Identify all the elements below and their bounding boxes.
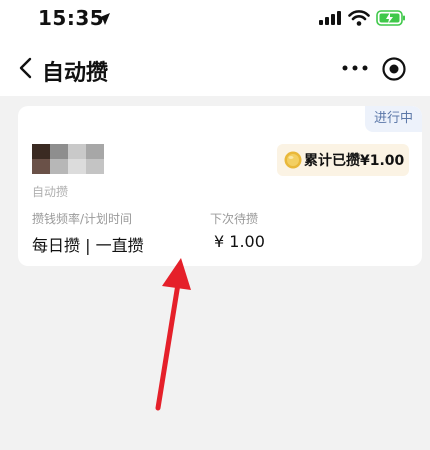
next-save-value: ¥ 1.00 bbox=[214, 232, 265, 251]
signal-bars-icon bbox=[319, 11, 341, 25]
plan-name: 自动攒 bbox=[32, 185, 69, 199]
blurred-avatar bbox=[32, 144, 118, 174]
target-icon[interactable] bbox=[381, 56, 407, 82]
page-title: 自动攒 bbox=[42, 61, 109, 86]
frequency-value: 每日攒 | 一直攒 bbox=[32, 236, 144, 255]
savings-plan-card[interactable]: 进行中 自动攒 累计已攒¥1.00 攒钱频率/计划时间 每日攒 | 一直攒 下次… bbox=[18, 106, 422, 266]
coin-icon bbox=[284, 151, 302, 169]
back-chevron-icon[interactable] bbox=[16, 56, 36, 80]
frequency-label: 攒钱频率/计划时间 bbox=[32, 212, 133, 226]
total-saved-text: 累计已攒¥1.00 bbox=[304, 153, 405, 169]
total-saved-pill: 累计已攒¥1.00 bbox=[277, 144, 409, 176]
status-time: 15:35 bbox=[38, 6, 105, 30]
location-arrow-icon bbox=[98, 13, 110, 25]
wifi-icon bbox=[348, 10, 370, 26]
battery-charging-icon bbox=[376, 10, 405, 26]
next-save-label: 下次待攒 bbox=[210, 212, 259, 226]
status-badge: 进行中 bbox=[364, 106, 422, 132]
red-arrow-annotation bbox=[155, 258, 191, 411]
more-dots-icon[interactable] bbox=[340, 60, 370, 76]
